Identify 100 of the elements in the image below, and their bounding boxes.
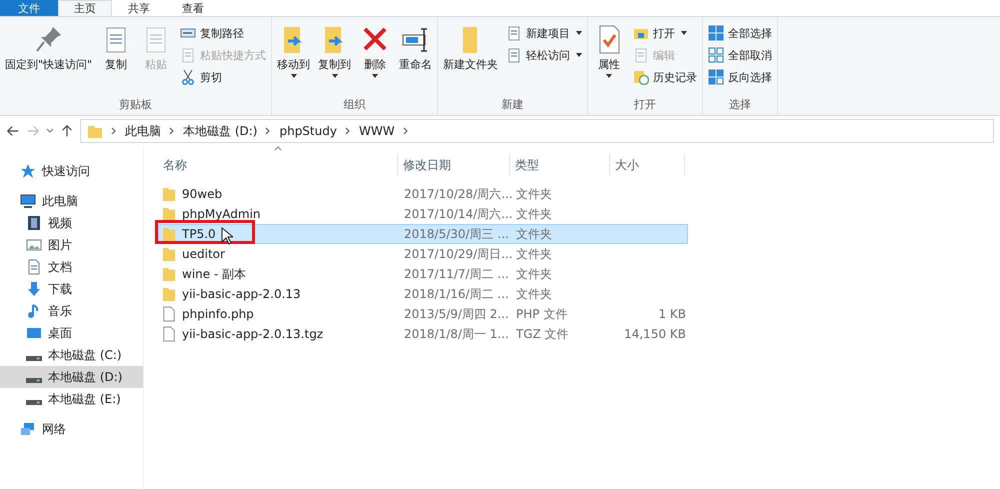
file-row[interactable]: wine - 副本 2017/11/7/周二 ... 文件夹 [158, 264, 688, 284]
nav-item[interactable]: 本地磁盘 (D:) [0, 366, 143, 388]
file-name: 90web [182, 187, 222, 201]
ribbon-button[interactable]: 全部选择 [705, 23, 776, 43]
file-name: yii-basic-app-2.0.13.tgz [182, 327, 324, 341]
ribbon-button[interactable]: 打开 [630, 23, 700, 43]
date-cell-text: 2017/10/29/周日... [403, 246, 511, 262]
date-cell-text: 2017/10/28/周六... [403, 186, 511, 202]
file-row[interactable]: 90web 2017/10/28/周六... 文件夹 [158, 184, 688, 204]
breadcrumb[interactable]: WWW [358, 124, 395, 138]
breadcrumb[interactable]: 此电脑 [125, 122, 161, 140]
ribbon-button[interactable]: 重命名 [396, 21, 436, 97]
type-cell-text: 文件夹 [515, 226, 553, 242]
nav-item[interactable]: 桌面 [0, 322, 143, 344]
file-name: phpMyAdmin [182, 207, 261, 221]
ribbon-icon [180, 47, 196, 63]
ribbon-icon [180, 69, 196, 85]
ribbon-icon [506, 47, 522, 63]
nav-item[interactable]: 此电脑 [0, 190, 143, 212]
ribbon-icon [633, 69, 650, 85]
ribbon-button[interactable]: 属性 [590, 21, 628, 97]
folder-icon [162, 186, 176, 202]
ribbon-button[interactable]: 剪切 [177, 67, 270, 87]
chevron-right-icon [402, 127, 409, 135]
cursor-icon [221, 227, 233, 245]
chevron-down-icon[interactable] [46, 128, 54, 134]
type-cell-text: 文件夹 [515, 186, 553, 202]
nav-item[interactable]: 本地磁盘 (C:) [0, 344, 143, 366]
back-icon[interactable] [6, 124, 20, 138]
ribbon-button[interactable]: 全部取消 [705, 45, 776, 65]
nav-item[interactable]: 下载 [0, 278, 143, 300]
date-cell-text: 2017/11/7/周二 ... [403, 266, 510, 282]
drive-icon [26, 378, 42, 382]
chevron-right-icon [344, 127, 351, 135]
nav-icon [26, 215, 42, 231]
up-icon[interactable] [60, 124, 74, 138]
ribbon-button[interactable]: 移动到 [274, 21, 314, 97]
drive-icon [26, 400, 42, 404]
file-row[interactable]: phpinfo.php 2013/5/9/周四 2... PHP 文件 1 KB [158, 304, 688, 324]
chevron-right-icon [265, 127, 272, 135]
chevron-right-icon [169, 127, 175, 135]
file-icon [162, 306, 176, 322]
ribbon-button[interactable]: 新建项目 [503, 23, 586, 43]
nav-item[interactable]: 快速访问 [0, 160, 143, 182]
file-row[interactable]: yii-basic-app-2.0.13.tgz 2018/1/8/周一 1... TGZ 文件 14,150 KB [158, 324, 688, 344]
ribbon-button[interactable]: 固定到"快速访问" [2, 21, 96, 97]
group-label: 新建 [500, 97, 525, 113]
group-label: 打开 [633, 97, 658, 113]
ribbon-icon [506, 25, 522, 41]
ribbon-button[interactable]: 删除 [356, 21, 394, 97]
folder-icon [162, 226, 176, 242]
ribbon-button[interactable]: 复制到 [315, 21, 354, 97]
ribbon-button[interactable]: 历史记录 [630, 67, 700, 87]
ribbon-button[interactable]: 新建文件夹 [440, 21, 502, 97]
sort-icon [274, 146, 282, 151]
size-cell-text: 1 KB [657, 307, 686, 321]
file-row[interactable]: phpMyAdmin 2017/10/14/周六... 文件夹 [158, 204, 688, 224]
nav-item[interactable]: 网络 [0, 418, 143, 440]
nav-item[interactable]: 视频 [0, 212, 143, 234]
group-label: 剪贴板 [118, 97, 154, 113]
nav-item[interactable]: 本地磁盘 (E:) [0, 388, 143, 410]
ribbon-button[interactable]: 反向选择 [705, 67, 776, 87]
group-label: 选择 [728, 97, 752, 113]
file-name: phpinfo.php [182, 307, 254, 321]
date-cell-text: 2017/10/14/周六... [403, 206, 511, 222]
file-row[interactable]: ueditor 2017/10/29/周日... 文件夹 [158, 244, 688, 264]
group-label: 组织 [342, 97, 367, 113]
ribbon-tab[interactable]: 文件 [0, 0, 58, 16]
column-header[interactable]: 名称 [158, 154, 398, 176]
type-cell-text: PHP 文件 [515, 306, 568, 322]
column-header[interactable]: 类型 [510, 154, 610, 176]
chevron-right-icon [111, 127, 117, 135]
nav-icon [20, 163, 36, 179]
file-name: TP5.0 [182, 227, 216, 241]
file-row[interactable]: yii-basic-app-2.0.13 2018/1/16/周二 ... 文件夹 [158, 284, 688, 304]
column-header[interactable]: 大小 [610, 154, 685, 176]
column-header[interactable]: 修改日期 [398, 154, 510, 176]
nav-icon [26, 259, 42, 275]
date-cell-text: 2018/1/8/周一 1... [403, 326, 510, 342]
type-cell-text: TGZ 文件 [515, 326, 570, 342]
address-bar[interactable]: 此电脑 本地磁盘 (D:) phpStudy WWW [80, 119, 994, 143]
ribbon-icon [708, 25, 724, 41]
ribbon-button[interactable]: 轻松访问 [503, 45, 586, 65]
date-cell-text: 2013/5/9/周四 2... [403, 306, 510, 322]
file-name: wine - 副本 [182, 266, 246, 282]
nav-item[interactable]: 文档 [0, 256, 143, 278]
ribbon-button[interactable]: 复制路径 [177, 23, 270, 43]
breadcrumb[interactable]: 本地磁盘 (D:) [183, 122, 258, 140]
nav-icon [26, 237, 42, 253]
nav-icon [26, 281, 42, 297]
folder-icon [162, 266, 176, 282]
ribbon-tab[interactable]: 主页 [58, 0, 112, 16]
breadcrumb[interactable]: phpStudy [279, 124, 337, 138]
nav-icon [20, 421, 36, 437]
ribbon-icon [708, 47, 724, 63]
file-name: yii-basic-app-2.0.13 [182, 287, 301, 301]
folder-icon [162, 286, 176, 302]
nav-item[interactable]: 图片 [0, 234, 143, 256]
nav-item[interactable]: 音乐 [0, 300, 143, 322]
ribbon-button[interactable]: 复制 [97, 21, 136, 97]
